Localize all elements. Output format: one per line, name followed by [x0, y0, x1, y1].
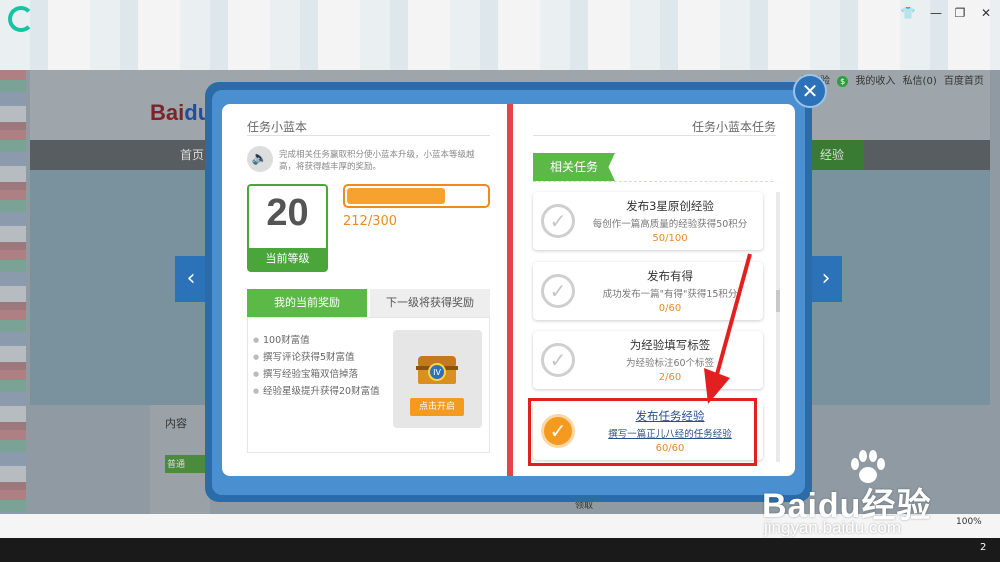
- level-label: 当前等级: [249, 248, 326, 270]
- treasure-chest-icon: IV: [416, 356, 458, 384]
- carousel-prev-button[interactable]: ‹: [175, 256, 207, 302]
- open-chest-button[interactable]: 点击开启: [410, 398, 464, 416]
- related-tasks-tag: 相关任务: [533, 153, 615, 181]
- book-spine: [507, 104, 513, 476]
- chest-badge: IV: [433, 368, 441, 377]
- browser-logo-icon[interactable]: [8, 6, 34, 32]
- level-progress-bar: [343, 184, 490, 208]
- annotation-arrow-icon: [704, 253, 752, 404]
- content-label: 内容: [165, 417, 187, 430]
- level-progress-fill: [347, 188, 445, 204]
- nav-home[interactable]: 首页: [180, 146, 204, 163]
- task-card[interactable]: ✓ 发布3星原创经验 每创作一篇高质量的经验获得50积分 50/100: [533, 192, 763, 250]
- reward-item: 100财富值: [253, 332, 383, 349]
- close-window-icon[interactable]: ✕: [976, 6, 996, 20]
- check-icon: ✓: [541, 343, 575, 377]
- user-links: 的经验 $ 我的收入 私信(0) 百度首页: [800, 72, 988, 87]
- reward-item: 撰写经验宝箱双倍掉落: [253, 366, 383, 383]
- task-progress: 50/100: [652, 233, 688, 244]
- task-scrollbar-thumb[interactable]: [776, 290, 780, 312]
- minimize-icon[interactable]: —: [926, 6, 946, 20]
- common-button[interactable]: 普通: [165, 455, 207, 473]
- left-page-title: 任务小蓝本: [247, 120, 308, 134]
- task-scrollbar[interactable]: [776, 192, 780, 462]
- reward-list: 100财富值 撰写评论获得5财富值 撰写经验宝箱双倍掉落 经验星级提升获得20财…: [253, 332, 383, 400]
- left-sidebar-blurred: [0, 70, 26, 540]
- check-icon: ✓: [541, 274, 575, 308]
- right-page-title: 任务小蓝本任务: [691, 120, 776, 134]
- left-page-description: 完成相关任务赢取积分使小蓝本升级，小蓝本等级越高，将获得越丰厚的奖励。: [279, 150, 475, 172]
- user-link[interactable]: 百度首页: [944, 76, 984, 87]
- tab-current-rewards[interactable]: 我的当前奖励: [247, 289, 367, 317]
- level-number: 20: [266, 192, 309, 234]
- tray-counter: 2: [980, 542, 987, 553]
- level-card: 20 当前等级: [247, 184, 328, 272]
- check-icon: ✓: [541, 204, 575, 238]
- restore-icon[interactable]: ❐: [950, 6, 970, 20]
- divider: [247, 135, 490, 136]
- user-link[interactable]: 私信(0): [903, 76, 937, 87]
- level-progress-text: 212/300: [343, 214, 398, 229]
- income-icon: $: [837, 76, 849, 87]
- reward-item: 撰写评论获得5财富值: [253, 349, 383, 366]
- task-name[interactable]: 发布3星原创经验: [579, 198, 761, 214]
- divider: [533, 181, 773, 182]
- divider: [533, 135, 776, 136]
- reward-item: 经验星级提升获得20财富值: [253, 383, 383, 400]
- tab-next-rewards[interactable]: 下一级将获得奖励: [370, 289, 490, 317]
- carousel-next-button[interactable]: ›: [810, 256, 842, 302]
- task-description: 每创作一篇高质量的经验获得50积分: [592, 219, 748, 230]
- browser-tab-strip-blurred: [0, 0, 1000, 70]
- user-link[interactable]: 我的收入: [855, 76, 895, 87]
- skin-icon[interactable]: 👕: [898, 6, 918, 20]
- baidu-logo[interactable]: Baidu: [150, 100, 211, 126]
- speaker-icon: 🔈: [247, 146, 273, 172]
- close-modal-button[interactable]: ✕: [793, 74, 827, 108]
- baidu-jingyan-watermark: Baidu经验 jingyan.baidu.com: [762, 450, 992, 542]
- watermark-url: jingyan.baidu.com: [764, 518, 902, 537]
